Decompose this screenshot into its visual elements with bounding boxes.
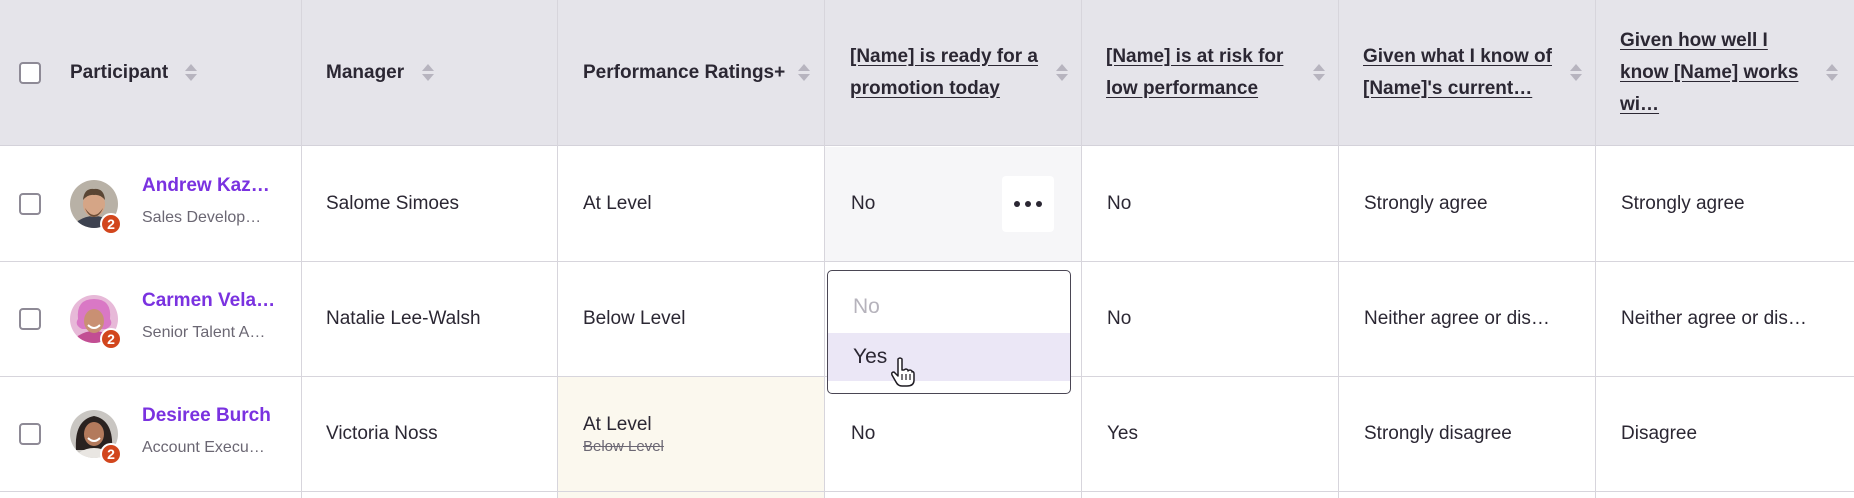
works-with-cell[interactable]: Disagree xyxy=(1621,377,1846,491)
notification-badge: 2 xyxy=(100,443,122,465)
table-row[interactable]: 2 Andrew Kaz… Sales Develop… Salome Simo… xyxy=(0,147,1854,261)
sort-icon[interactable] xyxy=(1056,63,1068,83)
sort-icon[interactable] xyxy=(185,63,197,83)
column-header-label: [Name]'s current… xyxy=(1363,77,1533,99)
manager-cell: Victoria Noss xyxy=(326,423,438,444)
column-header-current-performance[interactable]: Given what I know of [Name]'s current… xyxy=(1363,0,1573,145)
column-header-works-with[interactable]: Given how well I know [Name] works wi… xyxy=(1620,0,1825,145)
column-header-label: [Name] is at risk for xyxy=(1106,45,1284,67)
column-header-promotion-ready[interactable]: [Name] is ready for a promotion today xyxy=(850,0,1060,145)
hand-cursor-icon xyxy=(891,357,915,387)
row-divider xyxy=(0,491,1854,492)
promotion-ready-cell[interactable]: No xyxy=(851,147,991,261)
low-performance-risk-cell[interactable]: No xyxy=(1107,262,1327,376)
sort-icon[interactable] xyxy=(798,63,810,83)
row-checkbox[interactable] xyxy=(19,423,41,445)
column-header-manager[interactable]: Manager xyxy=(326,0,546,145)
participant-title: Sales Develop… xyxy=(142,209,262,226)
performance-rating-cell[interactable]: Below Level xyxy=(583,262,813,376)
participant-name-link[interactable]: Andrew Kaz… xyxy=(142,175,277,197)
performance-rating-current: At Level xyxy=(583,413,652,435)
sort-icon[interactable] xyxy=(1570,63,1582,83)
notification-badge: 2 xyxy=(100,328,122,350)
low-performance-risk-cell[interactable]: Yes xyxy=(1107,377,1327,491)
participant-name-link[interactable]: Carmen Vela… xyxy=(142,290,277,312)
column-header-label: wi… xyxy=(1620,93,1660,115)
column-header-label: Given what I know of xyxy=(1363,45,1552,67)
column-header-participant[interactable]: Participant xyxy=(70,0,290,145)
column-header-label: know [Name] works xyxy=(1620,61,1799,83)
sort-icon[interactable] xyxy=(1826,63,1838,83)
dropdown-option-yes[interactable]: Yes xyxy=(828,333,1070,381)
answer-dropdown[interactable]: No Yes xyxy=(827,270,1071,394)
notification-badge: 2 xyxy=(100,213,122,235)
sort-icon[interactable] xyxy=(1313,63,1325,83)
row-checkbox[interactable] xyxy=(19,193,41,215)
review-table: Participant Manager Performance Ratings+… xyxy=(0,0,1854,498)
select-all-checkbox[interactable] xyxy=(19,62,41,84)
current-performance-cell[interactable]: Neither agree or dis… xyxy=(1364,262,1584,376)
performance-rating-cell[interactable]: At Level Below Level xyxy=(583,377,813,491)
more-options-button[interactable] xyxy=(1002,176,1054,232)
more-dot-icon xyxy=(1025,201,1031,207)
column-header-label: promotion today xyxy=(850,77,1000,99)
low-performance-risk-cell[interactable]: No xyxy=(1107,147,1327,261)
row-checkbox[interactable] xyxy=(19,308,41,330)
table-row[interactable]: 2 Desiree Burch Account Execu… Victoria … xyxy=(0,377,1854,491)
avatar: 2 xyxy=(70,295,122,350)
column-header-label: Participant xyxy=(70,61,169,83)
column-header-label: Performance Ratings+ xyxy=(583,61,786,83)
participant-title: Account Execu… xyxy=(142,439,265,456)
works-with-cell[interactable]: Neither agree or dis… xyxy=(1621,262,1846,376)
participant-name-link[interactable]: Desiree Burch xyxy=(142,405,277,427)
promotion-ready-cell[interactable]: No xyxy=(851,377,1071,491)
dropdown-option-no[interactable]: No xyxy=(828,283,1070,331)
performance-rating-cell[interactable]: At Level xyxy=(583,147,813,261)
avatar: 2 xyxy=(70,180,122,235)
more-dot-icon xyxy=(1036,201,1042,207)
current-performance-cell[interactable]: Strongly disagree xyxy=(1364,377,1584,491)
avatar: 2 xyxy=(70,410,122,465)
current-performance-cell[interactable]: Strongly agree xyxy=(1364,147,1584,261)
more-dot-icon xyxy=(1014,201,1020,207)
participant-title: Senior Talent A… xyxy=(142,324,266,341)
performance-rating-previous: Below Level xyxy=(583,437,664,455)
manager-cell: Salome Simoes xyxy=(326,193,460,214)
manager-cell: Natalie Lee-Walsh xyxy=(326,308,481,329)
sort-icon[interactable] xyxy=(422,63,434,83)
works-with-cell[interactable]: Strongly agree xyxy=(1621,147,1846,261)
column-header-label: [Name] is ready for a xyxy=(850,45,1038,67)
column-header-label: Manager xyxy=(326,61,405,83)
column-header-label: Given how well I xyxy=(1620,29,1768,51)
column-header-label: low performance xyxy=(1106,77,1259,99)
column-header-performance-ratings[interactable]: Performance Ratings+ xyxy=(583,0,813,145)
column-header-low-performance-risk[interactable]: [Name] is at risk for low performance xyxy=(1106,0,1316,145)
